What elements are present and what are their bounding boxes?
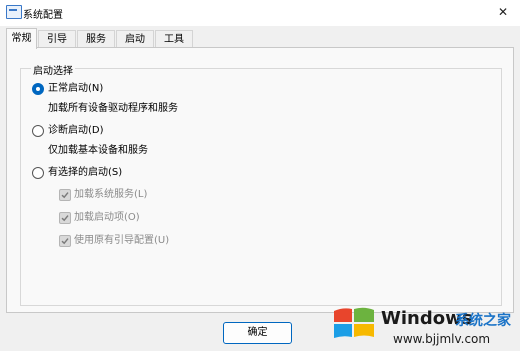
radio-indicator[interactable]	[32, 167, 44, 179]
tab-startup[interactable]: 启动	[116, 30, 154, 48]
ok-button[interactable]: 确定	[223, 322, 292, 344]
windows-logo-icon	[334, 307, 374, 338]
normal-startup-description: 加载所有设备驱动程序和服务	[48, 103, 178, 114]
checkbox-checked-indicator[interactable]	[59, 189, 71, 201]
normal-startup-label[interactable]: 正常启动(N)	[48, 82, 103, 96]
msconfig-app-icon	[6, 5, 22, 19]
load-startup-items-label: 加载启动项(O)	[74, 212, 140, 223]
title-bar: 系统配置 ✕	[0, 0, 520, 26]
watermark-url: www.bjjmlv.com	[393, 332, 491, 346]
check-icon	[61, 238, 69, 245]
general-tab-panel: 启动选择 正常启动(N) 加载所有设备驱动程序和服务 诊断启动(D) 仅加载基本…	[6, 47, 514, 313]
watermark-site-name: 系统之家	[455, 313, 511, 329]
startup-selection-group: 启动选择 正常启动(N) 加载所有设备驱动程序和服务 诊断启动(D) 仅加载基本…	[20, 62, 502, 306]
tab-general[interactable]: 常规	[6, 28, 37, 49]
checkbox-checked-indicator[interactable]	[59, 212, 71, 224]
checkbox-checked-indicator[interactable]	[59, 235, 71, 247]
watermark: Windows 系统之家 www.bjjmlv.com	[326, 298, 520, 351]
load-system-services-label: 加载系统服务(L)	[74, 189, 148, 200]
use-original-boot-config-label: 使用原有引导配置(U)	[74, 235, 170, 246]
diagnostic-startup-description: 仅加载基本设备和服务	[48, 145, 148, 156]
tab-tools[interactable]: 工具	[155, 30, 193, 48]
startup-selection-legend: 启动选择	[31, 62, 75, 77]
check-icon	[61, 192, 69, 199]
radio-indicator[interactable]	[32, 125, 44, 137]
selective-startup-label[interactable]: 有选择的启动(S)	[48, 166, 122, 180]
close-button[interactable]: ✕	[492, 3, 514, 21]
tab-boot[interactable]: 引导	[38, 30, 76, 48]
diagnostic-startup-label[interactable]: 诊断启动(D)	[48, 124, 104, 138]
radio-selected-indicator[interactable]	[32, 83, 44, 95]
tab-services[interactable]: 服务	[77, 30, 115, 48]
window-title: 系统配置	[23, 10, 63, 21]
check-icon	[61, 215, 69, 222]
